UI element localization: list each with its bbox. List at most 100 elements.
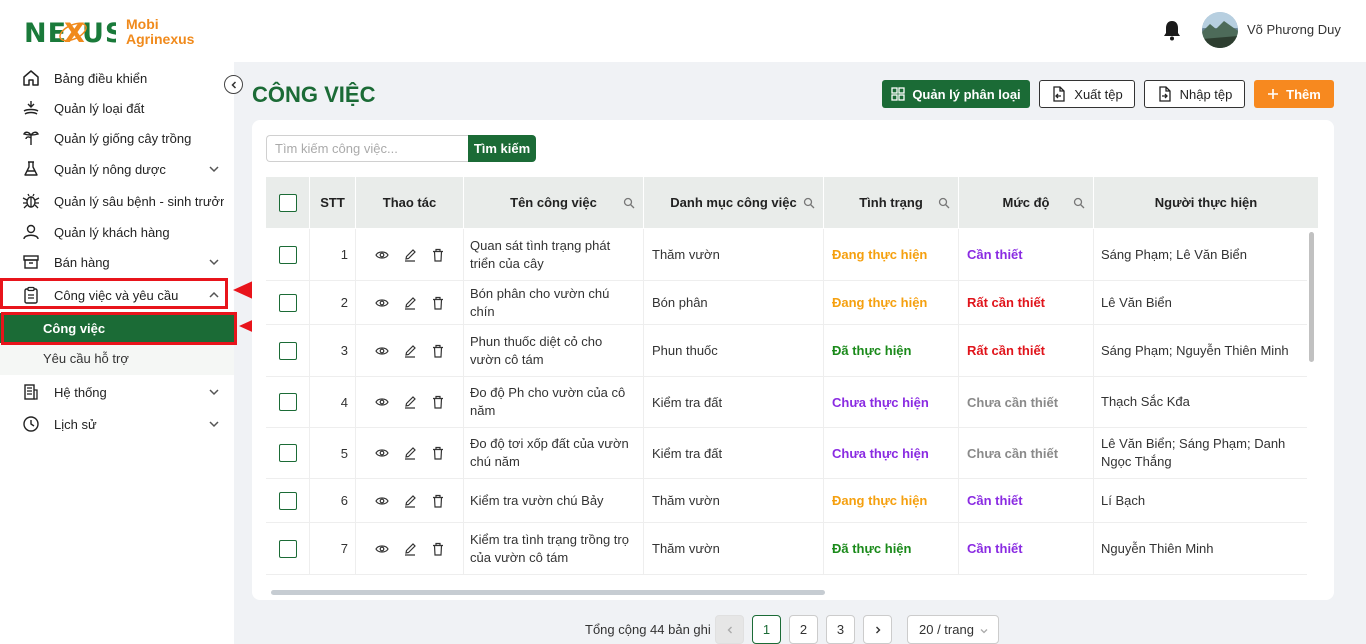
sidebar-item-history[interactable]: Lịch sử — [0, 409, 234, 439]
clock-icon — [23, 416, 39, 432]
row-select-cell — [266, 377, 310, 427]
edit-pencil-icon[interactable] — [403, 446, 417, 460]
table-row[interactable]: 2 Bón phân cho vườn chú chín Bón phân Đang … — [266, 281, 1307, 325]
notification-bell-icon[interactable] — [1162, 19, 1182, 41]
sidebar-item-label: Quản lý loại đất — [54, 100, 145, 116]
sidebar-item-crop-varieties[interactable]: Quản lý giống cây trồng — [0, 123, 234, 153]
pagination-next-button[interactable] — [863, 615, 892, 644]
table-vertical-scrollbar[interactable] — [1309, 232, 1314, 362]
search-icon[interactable] — [1073, 197, 1085, 209]
add-button[interactable]: Thêm — [1254, 80, 1334, 108]
table-row[interactable]: 7 Kiểm tra tình trạng trồng trọ của vườn … — [266, 523, 1307, 575]
import-button[interactable]: Nhập tệp — [1144, 80, 1245, 108]
delete-trash-icon[interactable] — [431, 494, 445, 508]
pagination-prev-button[interactable] — [715, 615, 744, 644]
manage-categories-label: Quản lý phân loại — [912, 86, 1021, 102]
edit-pencil-icon[interactable] — [403, 395, 417, 409]
search-button[interactable]: Tìm kiếm — [468, 135, 536, 162]
table-row[interactable]: 5 Đo độ tơi xốp đất của vườn chú năm Kiểm … — [266, 428, 1307, 479]
home-icon — [23, 70, 39, 86]
sidebar: Bảng điều khiển Quản lý loại đất Quản lý… — [0, 62, 234, 644]
manage-categories-button[interactable]: Quản lý phân loại — [882, 80, 1030, 108]
view-eye-icon[interactable] — [374, 248, 389, 262]
header-select-all-cell — [266, 177, 310, 228]
export-button[interactable]: Xuất tệp — [1039, 80, 1135, 108]
row-checkbox[interactable] — [278, 491, 297, 510]
view-eye-icon[interactable] — [374, 542, 389, 556]
sidebar-subitem-support-requests[interactable]: Yêu cầu hỗ trợ — [0, 343, 234, 373]
row-checkbox[interactable] — [278, 539, 297, 558]
row-task-name: Phun thuốc diệt cỏ cho vườn cô tám — [464, 325, 644, 376]
view-eye-icon[interactable] — [374, 395, 389, 409]
row-select-cell — [266, 325, 310, 376]
sidebar-item-customers[interactable]: Quản lý khách hàng — [0, 217, 234, 247]
pagination-page-button[interactable]: 1 — [752, 615, 781, 644]
delete-trash-icon[interactable] — [431, 446, 445, 460]
delete-trash-icon[interactable] — [431, 296, 445, 310]
row-assignee: Thạch Sắc Kđa — [1101, 394, 1190, 409]
row-checkbox[interactable] — [278, 444, 297, 462]
table-row[interactable]: 3 Phun thuốc diệt cỏ cho vườn cô tám Phun … — [266, 325, 1307, 377]
row-checkbox[interactable] — [278, 245, 297, 264]
header-task-name-label: Tên công việc — [510, 195, 597, 210]
view-eye-icon[interactable] — [374, 296, 389, 310]
user-name[interactable]: Võ Phương Duy — [1247, 22, 1341, 37]
pagination-page-button[interactable]: 3 — [826, 615, 855, 644]
chevron-down-icon — [209, 166, 219, 173]
search-icon[interactable] — [623, 197, 635, 209]
table-row[interactable]: 1 Quan sát tình trạng phát triển của cây T… — [266, 229, 1307, 281]
delete-trash-icon[interactable] — [431, 542, 445, 556]
edit-pencil-icon[interactable] — [403, 494, 417, 508]
row-task-name: Quan sát tình trạng phát triển của cây — [464, 229, 644, 280]
row-action-group — [356, 296, 463, 310]
search-icon[interactable] — [803, 197, 815, 209]
page-size-select[interactable]: 20 / trang — [907, 615, 999, 644]
row-task-name: Bón phân cho vườn chú chín — [464, 281, 644, 324]
view-eye-icon[interactable] — [374, 446, 389, 460]
row-checkbox[interactable] — [278, 293, 297, 312]
edit-pencil-icon[interactable] — [403, 344, 417, 358]
row-select-cell — [266, 281, 310, 324]
row-checkbox[interactable] — [278, 393, 297, 411]
delete-trash-icon[interactable] — [431, 344, 445, 358]
view-eye-icon[interactable] — [374, 494, 389, 508]
delete-trash-icon[interactable] — [431, 248, 445, 262]
sidebar-item-sales[interactable]: Bán hàng — [0, 247, 234, 277]
row-assignee: Nguyễn Thiên Minh — [1101, 540, 1214, 556]
view-eye-icon[interactable] — [374, 344, 389, 358]
sidebar-item-pesticides[interactable]: Quản lý nông dược — [0, 154, 234, 184]
table-horizontal-scrollbar[interactable] — [271, 590, 825, 595]
row-action-group — [356, 446, 463, 460]
edit-pencil-icon[interactable] — [403, 542, 417, 556]
edit-pencil-icon[interactable] — [403, 248, 417, 262]
row-checkbox[interactable] — [278, 341, 297, 360]
sidebar-item-pests-growth[interactable]: Quản lý sâu bệnh - sinh trưởng — [0, 186, 234, 216]
table-row[interactable]: 4 Đo độ Ph cho vườn của cô năm Kiểm tra đấ… — [266, 377, 1307, 428]
sidebar-item-system[interactable]: Hệ thống — [0, 377, 234, 407]
search-icon[interactable] — [938, 197, 950, 209]
header-category: Danh mục công việc — [644, 177, 824, 228]
table-row[interactable]: 6 Kiểm tra vườn chú Bảy Thăm vườn Đang thực… — [266, 479, 1307, 523]
sidebar-item-dashboard[interactable]: Bảng điều khiển — [0, 63, 234, 93]
user-avatar[interactable] — [1202, 12, 1238, 48]
row-category: Thăm vườn — [644, 523, 824, 574]
logo-text-line1: Mobi — [126, 16, 159, 32]
select-all-checkbox[interactable] — [278, 193, 297, 212]
chevron-down-icon — [209, 389, 219, 396]
user-icon — [23, 224, 39, 240]
app-logo[interactable]: NE X US Mobi Agrinexus — [24, 10, 194, 54]
delete-trash-icon[interactable] — [431, 395, 445, 409]
row-stt: 4 — [310, 377, 356, 427]
search-input[interactable] — [266, 135, 468, 162]
row-assignee: Sáng Phạm; Nguyễn Thiên Minh — [1101, 342, 1289, 358]
row-status: Chưa thực hiện — [824, 428, 959, 478]
row-category: Thăm vườn — [644, 479, 824, 522]
edit-pencil-icon[interactable] — [403, 296, 417, 310]
row-task-name: Kiểm tra vườn chú Bảy — [464, 479, 644, 522]
logo-text-line2: Agrinexus — [126, 31, 195, 47]
chevron-down-icon — [209, 421, 219, 428]
sidebar-collapse-button[interactable] — [224, 75, 243, 94]
sidebar-item-soil-types[interactable]: Quản lý loại đất — [0, 93, 234, 123]
soil-icon — [23, 101, 39, 115]
pagination-page-button[interactable]: 2 — [789, 615, 818, 644]
